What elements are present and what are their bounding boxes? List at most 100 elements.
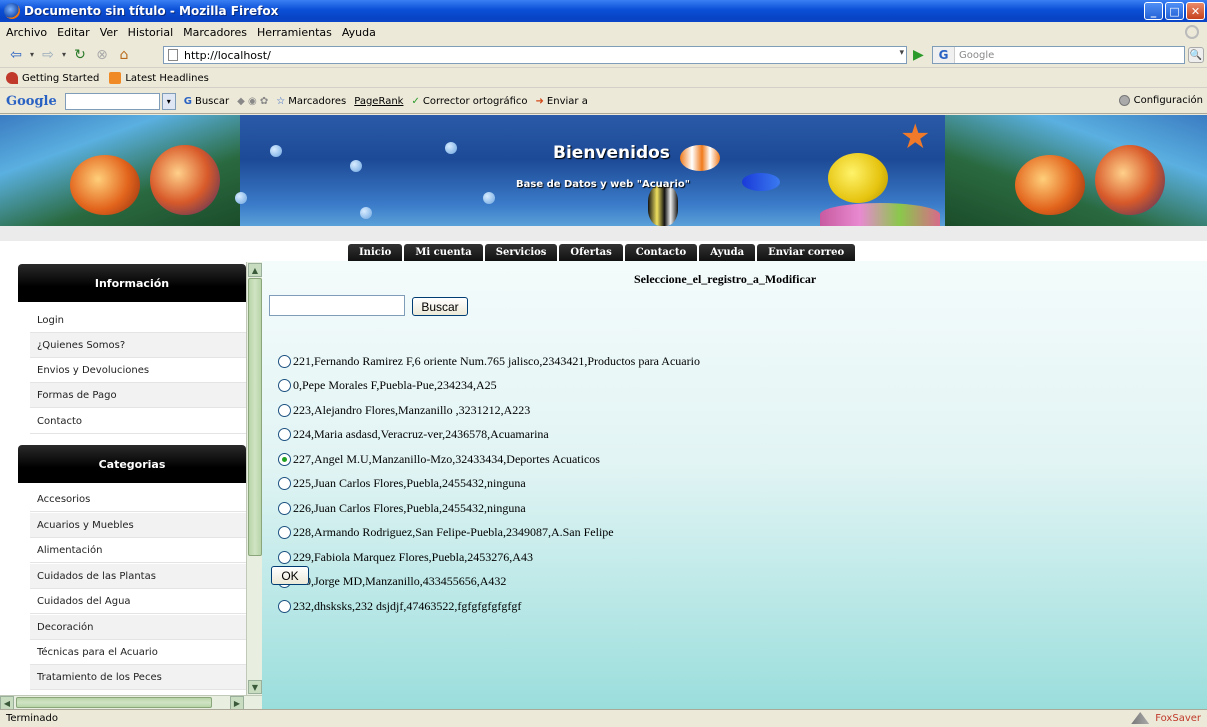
scroll-left-arrow-icon[interactable]: ◀ bbox=[0, 696, 14, 709]
menu-herramientas[interactable]: Herramientas bbox=[257, 26, 332, 39]
tab-ofertas[interactable]: Ofertas bbox=[559, 244, 623, 261]
record-option[interactable]: 229,Fabiola Marquez Flores,Puebla,245327… bbox=[278, 547, 533, 567]
scrollbar-thumb[interactable] bbox=[248, 278, 262, 556]
url-dropdown-icon[interactable]: ▾ bbox=[899, 48, 904, 58]
menu-marcadores[interactable]: Marcadores bbox=[183, 26, 247, 39]
url-bar[interactable]: http://localhost/ ▾ bbox=[163, 46, 907, 64]
reload-button[interactable]: ↻ bbox=[70, 46, 90, 64]
record-radio[interactable] bbox=[278, 452, 291, 466]
google-g-icon: G bbox=[183, 95, 192, 107]
google-marcadores-button[interactable]: ☆ Marcadores bbox=[276, 96, 346, 107]
menu-ver[interactable]: Ver bbox=[100, 26, 118, 39]
sidebar-item-cuidados-plantas[interactable]: Cuidados de las Plantas bbox=[30, 564, 246, 589]
bookmark-getting-started[interactable]: Getting Started bbox=[6, 72, 99, 84]
sidebar-horizontal-scrollbar[interactable]: ◀ ▶ bbox=[0, 695, 262, 709]
record-radio[interactable] bbox=[278, 599, 291, 613]
record-label: 225,Juan Carlos Flores,Puebla,2455432,ni… bbox=[293, 476, 526, 490]
back-dropdown-icon[interactable]: ▾ bbox=[28, 46, 36, 64]
record-option[interactable]: 223,Alejandro Flores,Manzanillo ,3231212… bbox=[278, 400, 530, 420]
config-icon bbox=[1118, 95, 1130, 106]
sidebar-vertical-scrollbar[interactable]: ▲ ▼ bbox=[246, 262, 262, 695]
coral-image bbox=[820, 203, 940, 226]
sidebar-item-envios[interactable]: Envios y Devoluciones bbox=[30, 358, 246, 383]
pagerank-indicator[interactable]: PageRank bbox=[354, 96, 403, 107]
foxsaver-addon[interactable]: FoxSaver bbox=[1131, 712, 1201, 724]
record-radio[interactable] bbox=[278, 403, 291, 417]
google-buscar-button[interactable]: G Buscar bbox=[184, 96, 229, 107]
google-icons-group[interactable]: ◆ ◉ ✿ bbox=[237, 96, 268, 107]
search-input[interactable] bbox=[269, 295, 405, 316]
tab-mi-cuenta[interactable]: Mi cuenta bbox=[404, 244, 483, 261]
google-search-input[interactable] bbox=[64, 92, 160, 110]
scroll-right-arrow-icon[interactable]: ▶ bbox=[230, 696, 244, 709]
page-title: Seleccione_el_registro_a_Modificar bbox=[634, 272, 817, 286]
tab-inicio[interactable]: Inicio bbox=[348, 244, 403, 261]
record-radio[interactable] bbox=[278, 379, 291, 392]
record-radio[interactable] bbox=[278, 501, 291, 515]
record-option[interactable]: 224,Maria asdasd,Veracruz-ver,2436578,Ac… bbox=[278, 425, 549, 445]
maximize-button[interactable]: □ bbox=[1165, 2, 1184, 20]
minimize-button[interactable]: _ bbox=[1144, 2, 1163, 20]
banner-strip bbox=[0, 226, 1207, 241]
google-config-button[interactable]: Configuración bbox=[1118, 95, 1203, 106]
menu-archivo[interactable]: Archivo bbox=[6, 26, 47, 39]
tab-servicios[interactable]: Servicios bbox=[484, 244, 558, 261]
record-radio[interactable] bbox=[278, 477, 291, 490]
record-radio[interactable] bbox=[278, 428, 291, 441]
record-option[interactable]: 225,Juan Carlos Flores,Puebla,2455432,ni… bbox=[278, 474, 526, 494]
record-option[interactable]: 227,Angel M.U,Manzanillo-Mzo,32433434,De… bbox=[278, 449, 600, 469]
google-dropdown-icon[interactable]: ▾ bbox=[161, 92, 176, 110]
record-option[interactable]: 232,dhsksks,232 dsjdjf,47463522,fgfgfgfg… bbox=[278, 596, 521, 616]
scroll-up-arrow-icon[interactable]: ▲ bbox=[248, 263, 262, 277]
sidebar-item-contacto[interactable]: Contacto bbox=[30, 409, 246, 434]
sidebar-item-accesorios[interactable]: Accesorios bbox=[30, 487, 246, 512]
record-option[interactable]: 230,Jorge MD,Manzanillo,433455656,A432 bbox=[278, 572, 506, 592]
record-option[interactable]: 226,Juan Carlos Flores,Puebla,2455432,ni… bbox=[278, 498, 526, 518]
menu-historial[interactable]: Historial bbox=[128, 26, 173, 39]
close-button[interactable]: ✕ bbox=[1186, 2, 1205, 20]
sidebar-item-tratamiento[interactable]: Tratamiento de los Peces bbox=[30, 665, 246, 690]
back-button[interactable]: ⇦ bbox=[6, 46, 26, 64]
sidebar-item-tecnicas[interactable]: Técnicas para el Acuario bbox=[30, 640, 246, 665]
search-engine-icon[interactable]: G bbox=[933, 47, 955, 63]
bubble-icon bbox=[235, 192, 247, 204]
search-icon[interactable]: 🔍 bbox=[1188, 47, 1204, 63]
horizontal-scrollbar-thumb[interactable] bbox=[16, 697, 212, 708]
send-to-button[interactable]: ➜ Enviar a bbox=[536, 96, 588, 107]
forward-dropdown-icon[interactable]: ▾ bbox=[60, 46, 68, 64]
go-button[interactable]: ▶ bbox=[913, 47, 924, 63]
buscar-button[interactable]: Buscar bbox=[412, 297, 468, 316]
sidebar-item-formas-pago[interactable]: Formas de Pago bbox=[30, 383, 246, 408]
home-button[interactable]: ⌂ bbox=[114, 46, 134, 64]
record-option[interactable]: 221,Fernando Ramirez F,6 oriente Num.765… bbox=[278, 351, 700, 371]
bubble-icon bbox=[483, 192, 495, 204]
record-option[interactable]: 0,Pepe Morales F,Puebla-Pue,234234,A25 bbox=[278, 376, 497, 396]
record-radio[interactable] bbox=[278, 526, 291, 539]
sidebar-item-cuidados-agua[interactable]: Cuidados del Agua bbox=[30, 589, 246, 614]
record-option[interactable]: 228,Armando Rodriguez,San Felipe-Puebla,… bbox=[278, 523, 614, 543]
record-selection-form: Seleccione_el_registro_a_Modificar Busca… bbox=[262, 261, 1207, 709]
menu-editar[interactable]: Editar bbox=[57, 26, 90, 39]
bookmark-latest-headlines[interactable]: Latest Headlines bbox=[109, 72, 209, 84]
sidebar-item-quienes-somos[interactable]: ¿Quienes Somos? bbox=[30, 333, 246, 358]
ok-button[interactable]: OK bbox=[271, 566, 309, 585]
sidebar-item-decoracion[interactable]: Decoración bbox=[30, 615, 246, 640]
spellcheck-button[interactable]: ✓ Corrector ortográfico bbox=[411, 96, 527, 107]
forward-button[interactable]: ⇨ bbox=[38, 46, 58, 64]
status-text: Terminado bbox=[6, 713, 58, 724]
record-radio[interactable] bbox=[278, 550, 291, 564]
bookmark-label: Latest Headlines bbox=[125, 72, 209, 84]
scroll-down-arrow-icon[interactable]: ▼ bbox=[248, 680, 262, 694]
bookmarks-toolbar: Getting Started Latest Headlines bbox=[0, 69, 1207, 88]
sidebar-item-alimentacion[interactable]: Alimentación bbox=[30, 538, 246, 563]
tab-enviar-correo[interactable]: Enviar correo bbox=[757, 244, 856, 261]
stop-button[interactable]: ⊗ bbox=[92, 46, 112, 64]
tab-contacto[interactable]: Contacto bbox=[624, 244, 698, 261]
sidebar-item-acuarios-muebles[interactable]: Acuarios y Muebles bbox=[30, 513, 246, 538]
record-radio[interactable] bbox=[278, 354, 291, 368]
url-text: http://localhost/ bbox=[184, 48, 271, 62]
tab-ayuda[interactable]: Ayuda bbox=[699, 244, 756, 261]
menu-ayuda[interactable]: Ayuda bbox=[342, 26, 376, 39]
sidebar-item-login[interactable]: Login bbox=[30, 308, 246, 333]
search-bar[interactable]: G Google bbox=[932, 46, 1185, 64]
